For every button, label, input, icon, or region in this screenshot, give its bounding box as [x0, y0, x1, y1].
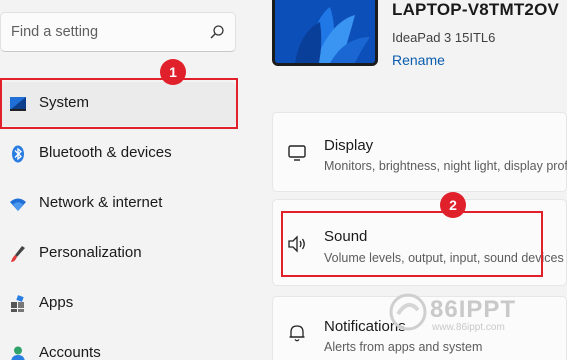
search-placeholder: Find a setting	[11, 24, 99, 40]
watermark-logo-icon	[389, 293, 427, 331]
card-title: Display	[324, 137, 374, 154]
rename-link[interactable]: Rename	[392, 52, 445, 68]
step-badge-1: 1	[160, 59, 186, 85]
bell-icon	[289, 325, 305, 342]
sidebar-item-network[interactable]: Network & internet	[0, 182, 236, 226]
card-display[interactable]: Display Monitors, brightness, night ligh…	[272, 112, 567, 192]
sidebar-item-label: Accounts	[39, 344, 101, 360]
card-subtitle: Alerts from apps and system	[324, 340, 483, 354]
device-name: LAPTOP-V8TMT2OV	[392, 0, 560, 19]
watermark-logo: 86IPPT	[430, 296, 517, 323]
watermark-url: www.86ippt.com	[432, 322, 505, 333]
sidebar-item-accounts[interactable]: Accounts	[0, 332, 236, 360]
wifi-icon	[10, 198, 26, 211]
search-input[interactable]: Find a setting	[0, 12, 236, 52]
sidebar-item-label: Apps	[39, 294, 74, 311]
apps-icon	[11, 295, 24, 312]
brush-icon	[11, 246, 25, 262]
step-badge-2: 2	[440, 192, 466, 218]
bluetooth-icon	[12, 145, 24, 163]
device-thumbnail	[272, 0, 378, 66]
sidebar-item-label: Bluetooth & devices	[39, 144, 172, 161]
sidebar-item-label: Network & internet	[39, 194, 163, 211]
card-subtitle: Monitors, brightness, night light, displ…	[324, 159, 567, 173]
sidebar-item-bluetooth[interactable]: Bluetooth & devices	[0, 132, 236, 176]
monitor-icon	[288, 145, 306, 161]
sidebar-item-label: Personalization	[39, 244, 142, 261]
wallpaper-bloom-icon	[275, 0, 375, 63]
device-model: IdeaPad 3 15ITL6	[392, 30, 496, 45]
highlight-system	[0, 78, 238, 129]
sidebar-item-apps[interactable]: Apps	[0, 282, 236, 326]
highlight-sound	[281, 211, 543, 277]
search-icon	[210, 25, 224, 39]
person-icon	[11, 346, 25, 360]
sidebar-item-personalization[interactable]: Personalization	[0, 232, 236, 276]
